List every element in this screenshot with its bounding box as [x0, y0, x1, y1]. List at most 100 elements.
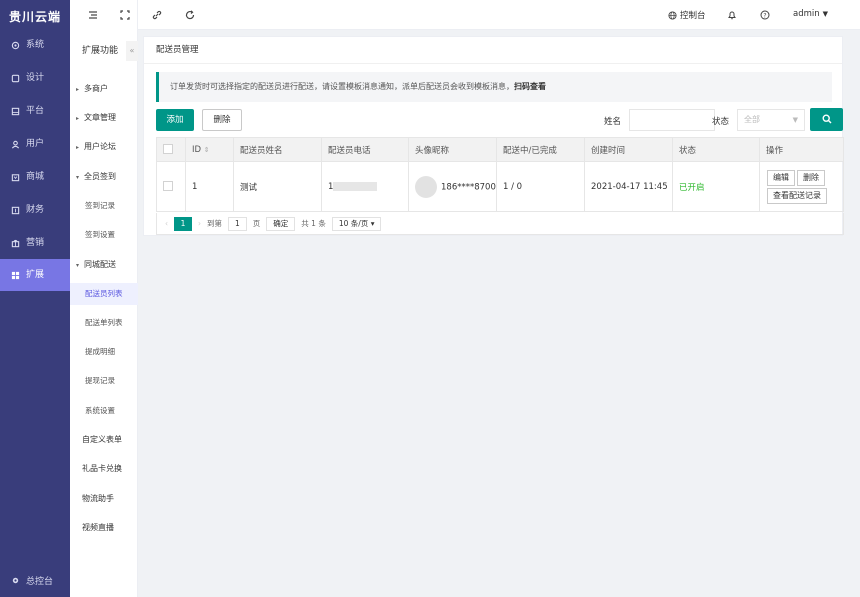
goto-confirm-button[interactable]: 确定 — [266, 216, 296, 231]
submenu-item-label: 文章管理 — [84, 113, 116, 122]
sidebar-console-link[interactable]: 总控台 — [11, 574, 53, 587]
link-icon[interactable] — [152, 10, 162, 20]
sidebar-item-platform[interactable]: 平台 — [0, 95, 70, 127]
sidebar-bottom-label: 总控台 — [26, 577, 54, 587]
delete-button[interactable]: 删除 — [202, 109, 242, 131]
submenu-item-merchant[interactable]: ▸ 多商户 — [70, 78, 138, 100]
submenu-item-commission[interactable]: 提成明细 — [70, 341, 138, 363]
submenu-item-delivery[interactable]: ▾ 同城配送 — [70, 254, 138, 276]
cell-status: 已开启 — [672, 161, 760, 212]
select-all-cell[interactable] — [156, 137, 186, 162]
column-status: 状态 — [672, 137, 760, 162]
add-button[interactable]: 添加 — [156, 109, 194, 131]
cell-phone: 1 — [321, 161, 409, 212]
name-filter-input[interactable] — [629, 109, 715, 131]
page-size-select[interactable]: 10 条/页 ▾ — [331, 216, 382, 231]
view-records-button[interactable]: 查看配送记录 — [767, 187, 827, 204]
submenu-item-label: 全员签到 — [84, 172, 116, 181]
submenu-item-article[interactable]: ▸ 文章管理 — [70, 107, 138, 129]
sidebar-item-marketing[interactable]: 营销 — [0, 227, 70, 259]
phone-mask — [333, 181, 378, 191]
design-icon — [11, 74, 20, 82]
cell-avatar: 186****8700 — [408, 161, 497, 212]
submenu-item-forum[interactable]: ▸ 用户论坛 — [70, 136, 138, 158]
sidebar-item-label: 系统 — [26, 40, 45, 50]
submenu-item-delivery-orders[interactable]: 配送单列表 — [70, 312, 138, 334]
sidebar-item-label: 扩展 — [26, 270, 45, 280]
row-delete-button[interactable]: 删除 — [797, 169, 825, 186]
submenu-item-delivery-settings[interactable]: 系统设置 — [70, 400, 138, 422]
submenu-item-checkin[interactable]: ▾ 全员签到 — [70, 166, 138, 188]
status-filter-label: 状态 — [712, 117, 730, 127]
admin-menu[interactable]: admin ▼ — [793, 9, 828, 19]
mall-icon — [11, 173, 20, 181]
menu-toggle-icon[interactable] — [88, 10, 98, 20]
caret-down-icon: ▼ — [792, 116, 798, 124]
sidebar-item-extend[interactable]: 扩展 — [0, 259, 70, 291]
system-icon — [11, 41, 20, 49]
total-count: 共 1 条 — [301, 219, 326, 228]
sidebar-item-system[interactable]: 系统 — [0, 29, 70, 61]
column-avatar: 头像昵称 — [408, 137, 497, 162]
gear-icon — [12, 577, 19, 584]
sidebar-item-label: 用户 — [26, 139, 45, 149]
platform-icon — [11, 107, 20, 115]
user-icon — [11, 140, 20, 148]
submenu-item-custom-form[interactable]: 自定义表单 — [70, 429, 138, 451]
svg-text:?: ? — [763, 12, 766, 19]
page-current[interactable]: 1 — [174, 216, 192, 231]
collapse-submenu-button[interactable]: « — [126, 41, 138, 61]
submenu-item-checkin-settings[interactable]: 签到设置 — [70, 224, 138, 246]
sidebar-item-finance[interactable]: 财务 — [0, 194, 70, 226]
search-button[interactable] — [810, 108, 843, 131]
submenu-item-giftcard[interactable]: 礼品卡兑换 — [70, 458, 138, 480]
sidebar-item-user[interactable]: 用户 — [0, 128, 70, 160]
edit-button[interactable]: 编辑 — [767, 169, 795, 186]
prev-page-icon[interactable]: ‹ — [165, 219, 168, 228]
row-checkbox[interactable] — [163, 181, 173, 192]
goto-page-input[interactable]: 1 — [228, 216, 247, 231]
fullscreen-icon[interactable] — [120, 10, 130, 20]
caret-down-icon: ▼ — [822, 10, 829, 18]
console-link[interactable]: 控制台 — [668, 9, 706, 21]
column-progress: 配送中/已完成 — [496, 137, 585, 162]
table-row: 1 测试 1 186****8700 1 / 0 2021-04-17 11:4… — [156, 161, 844, 212]
sidebar-item-mall[interactable]: 商城 — [0, 161, 70, 193]
sidebar-item-label: 商城 — [26, 172, 45, 182]
cell-actions: 编辑 删除 查看配送记录 — [759, 161, 844, 212]
help-icon[interactable]: ? — [760, 10, 770, 20]
globe-icon — [668, 10, 677, 20]
cell-id: 1 — [185, 161, 234, 212]
avatar — [415, 175, 437, 198]
sidebar-item-design[interactable]: 设计 — [0, 62, 70, 94]
select-all-checkbox[interactable] — [163, 144, 173, 155]
row-select-cell[interactable] — [156, 161, 186, 212]
submenu-item-courier-list[interactable]: 配送员列表 — [70, 283, 138, 305]
refresh-icon[interactable] — [185, 10, 195, 20]
table-header-row: ID ⇕ 配送员姓名 配送员电话 头像昵称 配送中/已完成 创建时间 状态 操作 — [156, 137, 844, 162]
next-page-icon[interactable]: › — [198, 219, 201, 228]
notice-text: 订单发货时可选择指定的配送员进行配送，请设置模板消息通知，派单后配送员会收到模板… — [170, 82, 514, 91]
submenu-item-logistics[interactable]: 物流助手 — [70, 488, 138, 510]
submenu-title: 扩展功能 — [82, 46, 119, 56]
bell-icon[interactable] — [727, 10, 737, 20]
scan-qr-link[interactable]: 扫码查看 — [514, 82, 546, 91]
column-created: 创建时间 — [584, 137, 673, 162]
column-id[interactable]: ID ⇕ — [185, 137, 234, 162]
page-size-value: 10 条/页 — [338, 218, 369, 228]
console-label: 控制台 — [680, 11, 706, 21]
admin-username: admin — [793, 9, 820, 19]
sort-icon[interactable]: ⇕ — [204, 146, 210, 154]
sidebar-item-label: 财务 — [26, 205, 45, 215]
cell-progress: 1 / 0 — [496, 161, 585, 212]
sidebar-item-label: 营销 — [26, 238, 45, 248]
submenu-item-withdrawals[interactable]: 提现记录 — [70, 370, 138, 392]
submenu-item-label: 同城配送 — [84, 260, 116, 269]
cell-name: 测试 — [233, 161, 322, 212]
status-filter-select[interactable]: 全部 ▼ — [737, 109, 805, 131]
column-label: ID — [192, 144, 202, 155]
nickname: 186****8700 — [441, 182, 496, 192]
submenu-item-checkin-records[interactable]: 签到记录 — [70, 195, 138, 217]
caret-right-icon: ▸ — [76, 86, 80, 93]
submenu-item-live[interactable]: 视频直播 — [70, 517, 138, 539]
